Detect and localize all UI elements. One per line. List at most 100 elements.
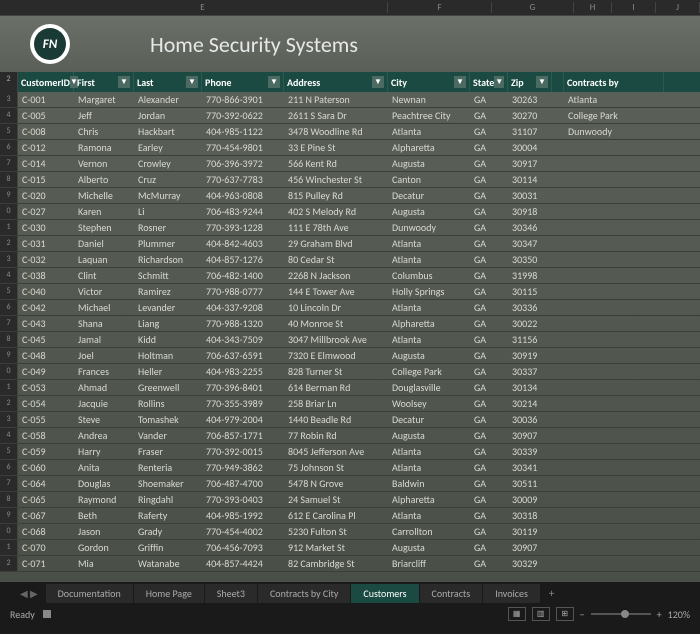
cell-contracts[interactable] (564, 556, 664, 571)
cell-first[interactable]: Beth (74, 508, 134, 523)
cell-contracts[interactable] (564, 300, 664, 315)
cell-phone[interactable]: 404-963-0808 (202, 188, 284, 203)
table-row[interactable]: 9C-048JoelHoltman706-637-65917320 E Elmw… (0, 348, 700, 364)
cell-city[interactable]: Atlanta (388, 460, 470, 475)
cell-last[interactable]: Rosner (134, 220, 202, 235)
cell-phone[interactable]: 404-983-2255 (202, 364, 284, 379)
cell-customerid[interactable]: C-015 (18, 172, 74, 187)
cell-contracts[interactable] (564, 268, 664, 283)
table-row[interactable]: 4C-005JeffJordan770-392-06222611 S Sara … (0, 108, 700, 124)
cell-customerid[interactable]: C-049 (18, 364, 74, 379)
col-letter[interactable]: H (574, 2, 612, 13)
cell-last[interactable]: Greenwell (134, 380, 202, 395)
cell-state[interactable]: GA (470, 108, 508, 123)
cell-phone[interactable]: 706-483-9244 (202, 204, 284, 219)
row-number[interactable]: 7 (0, 476, 18, 491)
cell-first[interactable]: Stephen (74, 220, 134, 235)
cell-customerid[interactable]: C-067 (18, 508, 74, 523)
cell-address[interactable]: 258 Briar Ln (284, 396, 388, 411)
cell-city[interactable]: Columbus (388, 268, 470, 283)
cell-last[interactable]: Watanabe (134, 556, 202, 571)
sheet-tab-invoices[interactable]: Invoices (483, 584, 541, 603)
cell-customerid[interactable]: C-032 (18, 252, 74, 267)
row-number[interactable]: 0 (0, 364, 18, 379)
cell-last[interactable]: Li (134, 204, 202, 219)
row-number[interactable]: 9 (0, 188, 18, 203)
cell-phone[interactable]: 770-988-0777 (202, 284, 284, 299)
table-row[interactable]: 1C-030StephenRosner770-393-1228111 E 78t… (0, 220, 700, 236)
cell-contracts[interactable] (564, 508, 664, 523)
cell-customerid[interactable]: C-068 (18, 524, 74, 539)
cell-customerid[interactable]: C-064 (18, 476, 74, 491)
col-letter[interactable]: F (388, 2, 492, 13)
row-number[interactable]: 6 (0, 300, 18, 315)
cell-zip[interactable]: 30270 (508, 108, 552, 123)
cell-zip[interactable]: 30336 (508, 300, 552, 315)
cell-last[interactable]: Raferty (134, 508, 202, 523)
cell-state[interactable]: GA (470, 252, 508, 267)
cell-state[interactable]: GA (470, 540, 508, 555)
cell-phone[interactable]: 706-487-4700 (202, 476, 284, 491)
cell-customerid[interactable]: C-071 (18, 556, 74, 571)
sheet-tab-home-page[interactable]: Home Page (134, 584, 205, 603)
row-number[interactable]: 6 (0, 460, 18, 475)
cell-contracts[interactable] (564, 444, 664, 459)
cell-last[interactable]: Cruz (134, 172, 202, 187)
cell-zip[interactable]: 30919 (508, 348, 552, 363)
zoom-out-button[interactable]: − (580, 608, 585, 621)
cell-customerid[interactable]: C-055 (18, 412, 74, 427)
cell-address[interactable]: 24 Samuel St (284, 492, 388, 507)
macro-stop-icon[interactable] (43, 610, 51, 618)
cell-last[interactable]: Liang (134, 316, 202, 331)
cell-first[interactable]: Victor (74, 284, 134, 299)
cell-city[interactable]: Holly Springs (388, 284, 470, 299)
header-customerid[interactable]: CustomerID▼ (18, 72, 74, 92)
cell-state[interactable]: GA (470, 284, 508, 299)
cell-zip[interactable]: 30022 (508, 316, 552, 331)
col-letter[interactable]: I (612, 2, 656, 13)
cell-state[interactable]: GA (470, 172, 508, 187)
cell-last[interactable]: Rollins (134, 396, 202, 411)
cell-zip[interactable]: 30119 (508, 524, 552, 539)
cell-customerid[interactable]: C-070 (18, 540, 74, 555)
normal-view-button[interactable]: ▦ (508, 607, 526, 621)
cell-contracts[interactable] (564, 188, 664, 203)
cell-last[interactable]: Griffin (134, 540, 202, 555)
table-row[interactable]: 8C-015AlbertoCruz770-637-7783456 Winches… (0, 172, 700, 188)
table-row[interactable]: 1C-070GordonGriffin706-456-7093912 Marke… (0, 540, 700, 556)
cell-phone[interactable]: 770-866-3901 (202, 92, 284, 107)
cell-contracts[interactable] (564, 316, 664, 331)
cell-address[interactable]: 77 Robin Rd (284, 428, 388, 443)
filter-dropdown-icon[interactable]: ▼ (536, 76, 548, 88)
cell-address[interactable]: 5478 N Grove (284, 476, 388, 491)
col-letter[interactable]: J (656, 2, 700, 13)
cell-state[interactable]: GA (470, 220, 508, 235)
cell-city[interactable]: Augusta (388, 204, 470, 219)
cell-city[interactable]: Douglasville (388, 380, 470, 395)
cell-city[interactable]: Newnan (388, 92, 470, 107)
row-number[interactable]: 9 (0, 508, 18, 523)
cell-city[interactable]: Baldwin (388, 476, 470, 491)
table-row[interactable]: 6C-060AnitaRenteria770-949-386275 Johnso… (0, 460, 700, 476)
row-number[interactable]: 5 (0, 124, 18, 139)
cell-zip[interactable]: 30036 (508, 412, 552, 427)
cell-zip[interactable]: 30350 (508, 252, 552, 267)
table-row[interactable]: 5C-008ChrisHackbart404-985-11223478 Wood… (0, 124, 700, 140)
cell-address[interactable]: 3478 Woodline Rd (284, 124, 388, 139)
cell-last[interactable]: McMurray (134, 188, 202, 203)
cell-address[interactable]: 75 Johnson St (284, 460, 388, 475)
cell-address[interactable]: 566 Kent Rd (284, 156, 388, 171)
row-number[interactable]: 0 (0, 524, 18, 539)
cell-last[interactable]: Fraser (134, 444, 202, 459)
cell-phone[interactable]: 404-857-4424 (202, 556, 284, 571)
header-first[interactable]: First▼ (74, 72, 134, 92)
table-row[interactable]: 4C-038ClintSchmitt706-482-14002268 N Jac… (0, 268, 700, 284)
cell-zip[interactable]: 31156 (508, 332, 552, 347)
cell-contracts[interactable] (564, 396, 664, 411)
cell-customerid[interactable]: C-059 (18, 444, 74, 459)
table-row[interactable]: 8C-065RaymondRingdahl770-393-040324 Samu… (0, 492, 700, 508)
cell-customerid[interactable]: C-058 (18, 428, 74, 443)
table-row[interactable]: 0C-027KarenLi706-483-9244402 S Melody Rd… (0, 204, 700, 220)
zoom-slider[interactable] (591, 613, 651, 615)
header-city[interactable]: City▼ (388, 72, 470, 92)
